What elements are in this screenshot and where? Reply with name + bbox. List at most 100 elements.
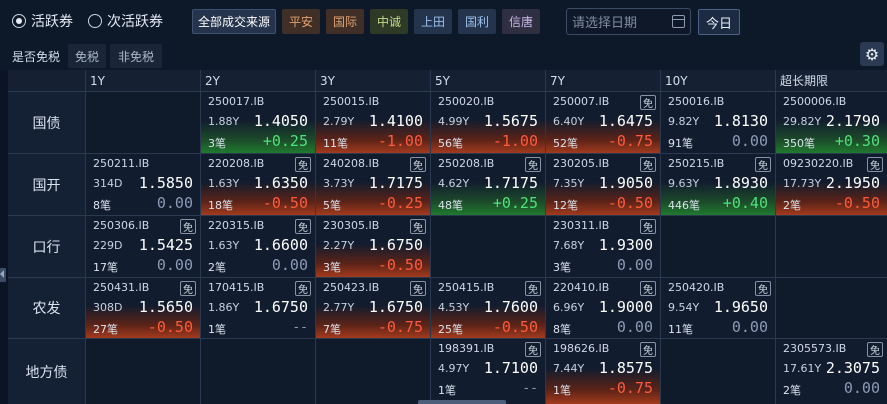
tax-exempt-badge: 免 — [410, 157, 426, 172]
column-header[interactable]: 超长期限 — [775, 70, 887, 91]
yield-change: 0.00 — [616, 318, 653, 336]
source-chip[interactable]: 中诚 — [370, 9, 408, 34]
row-header[interactable]: 国债 — [8, 91, 85, 153]
yield-value: 1.6750 — [253, 298, 308, 316]
yield-change: -- — [292, 320, 308, 335]
source-chip[interactable]: 上田 — [414, 9, 452, 34]
column-header[interactable]: 2Y — [200, 70, 315, 91]
all-sources-button[interactable]: 全部成交来源 — [192, 9, 276, 34]
source-chip[interactable]: 国利 — [458, 9, 496, 34]
quote-cell[interactable]: 250211.IB 314D 1.5850 8笔 0.00 — [85, 153, 200, 215]
yield-change: -0.75 — [607, 132, 653, 150]
quote-cell[interactable]: 230311.IB 7.68Y 1.9300 3笔 0.00 免 — [545, 215, 660, 277]
remaining-term: 7.35Y — [553, 177, 585, 190]
bottom-resize-handle[interactable] — [418, 400, 506, 404]
quote-cell[interactable]: 250420.IB 9.54Y 1.9650 11笔 0.00 免 — [660, 277, 775, 338]
quote-cell[interactable]: 250015.IB 2.79Y 1.4100 11笔 -1.00 — [315, 91, 430, 153]
non-tax-exempt-button[interactable]: 非免税 — [110, 44, 162, 68]
yield-change: -1.00 — [492, 132, 538, 150]
trade-count: 8笔 — [553, 323, 571, 336]
quote-cell[interactable]: 250423.IB 2.77Y 1.6750 7笔 -0.75 免 — [315, 277, 430, 338]
quote-cell[interactable]: 250007.IB 6.40Y 1.6475 52笔 -0.75 免 — [545, 91, 660, 153]
remaining-term: 2.27Y — [323, 239, 355, 252]
quote-cell[interactable]: 240208.IB 3.73Y 1.7175 5笔 -0.25 免 — [315, 153, 430, 215]
remaining-term: 2.79Y — [323, 115, 355, 128]
yield-value: 2.3075 — [825, 359, 880, 377]
column-header[interactable]: 3Y — [315, 70, 430, 91]
tax-exempt-badge: 免 — [640, 342, 656, 357]
quote-cell[interactable]: 198391.IB 4.97Y 1.7100 1笔 -- 免 — [430, 338, 545, 404]
radio-sub-active-bond[interactable]: 次活跃券 — [88, 12, 163, 30]
row-header[interactable]: 国开 — [8, 153, 85, 215]
bond-code: 250215.IB — [668, 157, 725, 170]
empty-quote-cell — [660, 338, 775, 404]
quote-cell[interactable]: 250415.IB 4.53Y 1.7600 25笔 -0.50 免 — [430, 277, 545, 338]
quote-cell[interactable]: 230205.IB 7.35Y 1.9050 12笔 -0.50 免 — [545, 153, 660, 215]
remaining-term: 9.82Y — [668, 115, 700, 128]
yield-value: 1.4100 — [368, 112, 423, 130]
quote-cell[interactable]: 250431.IB 308D 1.5650 27笔 -0.50 免 — [85, 277, 200, 338]
tax-exempt-button[interactable]: 免税 — [68, 44, 106, 68]
empty-quote-cell — [660, 215, 775, 277]
source-chip[interactable]: 国际 — [326, 9, 364, 34]
column-header[interactable]: 1Y — [85, 70, 200, 91]
yield-change: -0.50 — [262, 194, 308, 212]
yield-value: 1.7600 — [483, 298, 538, 316]
remaining-term: 17.73Y — [783, 177, 822, 190]
quote-cell[interactable]: 250306.IB 229D 1.5425 17笔 0.00 免 — [85, 215, 200, 277]
trade-count: 2笔 — [208, 261, 226, 274]
remaining-term: 4.99Y — [438, 115, 470, 128]
yield-value: 1.9050 — [598, 174, 653, 192]
source-chip[interactable]: 平安 — [282, 9, 320, 34]
yield-change: -0.50 — [607, 194, 653, 212]
yield-change: -- — [522, 381, 538, 396]
column-header[interactable]: 5Y — [430, 70, 545, 91]
trade-count: 446笔 — [668, 199, 700, 212]
quote-cell[interactable]: 09230220.IB 17.73Y 2.1950 2笔 -0.50 免 — [775, 153, 887, 215]
yield-value: 1.8575 — [598, 359, 653, 377]
quote-cell[interactable]: 220410.IB 6.96Y 1.9000 8笔 0.00 免 — [545, 277, 660, 338]
radio-active-label: 活跃券 — [31, 14, 73, 30]
trade-count: 17笔 — [93, 261, 118, 274]
quote-cell[interactable]: 250016.IB 9.82Y 1.8130 91笔 0.00 — [660, 91, 775, 153]
calendar-icon[interactable] — [672, 15, 685, 28]
remaining-term: 7.44Y — [553, 362, 585, 375]
column-header[interactable]: 7Y — [545, 70, 660, 91]
quote-cell[interactable]: 170415.IB 1.86Y 1.6750 1笔 -- 免 — [200, 277, 315, 338]
trade-count: 12笔 — [553, 199, 578, 212]
bond-code: 230205.IB — [553, 157, 610, 170]
yield-value: 1.7175 — [368, 174, 423, 192]
row-header[interactable]: 农发 — [8, 277, 85, 338]
trade-count: 27笔 — [93, 323, 118, 336]
trade-count: 18笔 — [208, 199, 233, 212]
quote-cell[interactable]: 250208.IB 4.62Y 1.7175 48笔 +0.25 免 — [430, 153, 545, 215]
row-header[interactable]: 口行 — [8, 215, 85, 277]
tax-exempt-badge: 免 — [295, 281, 311, 296]
quote-cell[interactable]: 230305.IB 2.27Y 1.6750 3笔 -0.50 免 — [315, 215, 430, 277]
empty-quote-cell — [85, 338, 200, 404]
row-header[interactable]: 地方债 — [8, 338, 85, 404]
yield-change: 0.00 — [616, 256, 653, 274]
remaining-term: 1.63Y — [208, 239, 240, 252]
bond-code: 220315.IB — [208, 219, 265, 232]
quote-cell[interactable]: 2305573.IB 17.61Y 2.3075 2笔 0.00 免 — [775, 338, 887, 404]
bond-code: 250016.IB — [668, 95, 725, 108]
radio-active-bond[interactable]: 活跃券 — [12, 12, 73, 30]
quote-cell[interactable]: 198626.IB 7.44Y 1.8575 1笔 -0.75 免 — [545, 338, 660, 404]
column-header[interactable]: 10Y — [660, 70, 775, 91]
quote-cell[interactable]: 250017.IB 1.88Y 1.4050 3笔 +0.25 — [200, 91, 315, 153]
remaining-term: 1.88Y — [208, 115, 240, 128]
trade-count: 52笔 — [553, 137, 578, 150]
today-button[interactable]: 今日 — [698, 9, 740, 35]
source-chip[interactable]: 信唐 — [502, 9, 540, 34]
quote-cell[interactable]: 220208.IB 1.63Y 1.6350 18笔 -0.50 免 — [200, 153, 315, 215]
yield-change: -0.50 — [834, 194, 880, 212]
yield-change: -0.50 — [492, 318, 538, 336]
yield-value: 1.5675 — [483, 112, 538, 130]
settings-gear-icon[interactable]: ⚙ — [860, 42, 884, 66]
quote-cell[interactable]: 250020.IB 4.99Y 1.5675 56笔 -1.00 — [430, 91, 545, 153]
quote-cell[interactable]: 220315.IB 1.63Y 1.6600 2笔 0.00 免 — [200, 215, 315, 277]
date-picker-input[interactable]: 请选择日期 — [566, 8, 691, 35]
quote-cell[interactable]: 2500006.IB 29.82Y 2.1790 350笔 +0.30 — [775, 91, 887, 153]
quote-cell[interactable]: 250215.IB 9.63Y 1.8930 446笔 +0.40 免 — [660, 153, 775, 215]
